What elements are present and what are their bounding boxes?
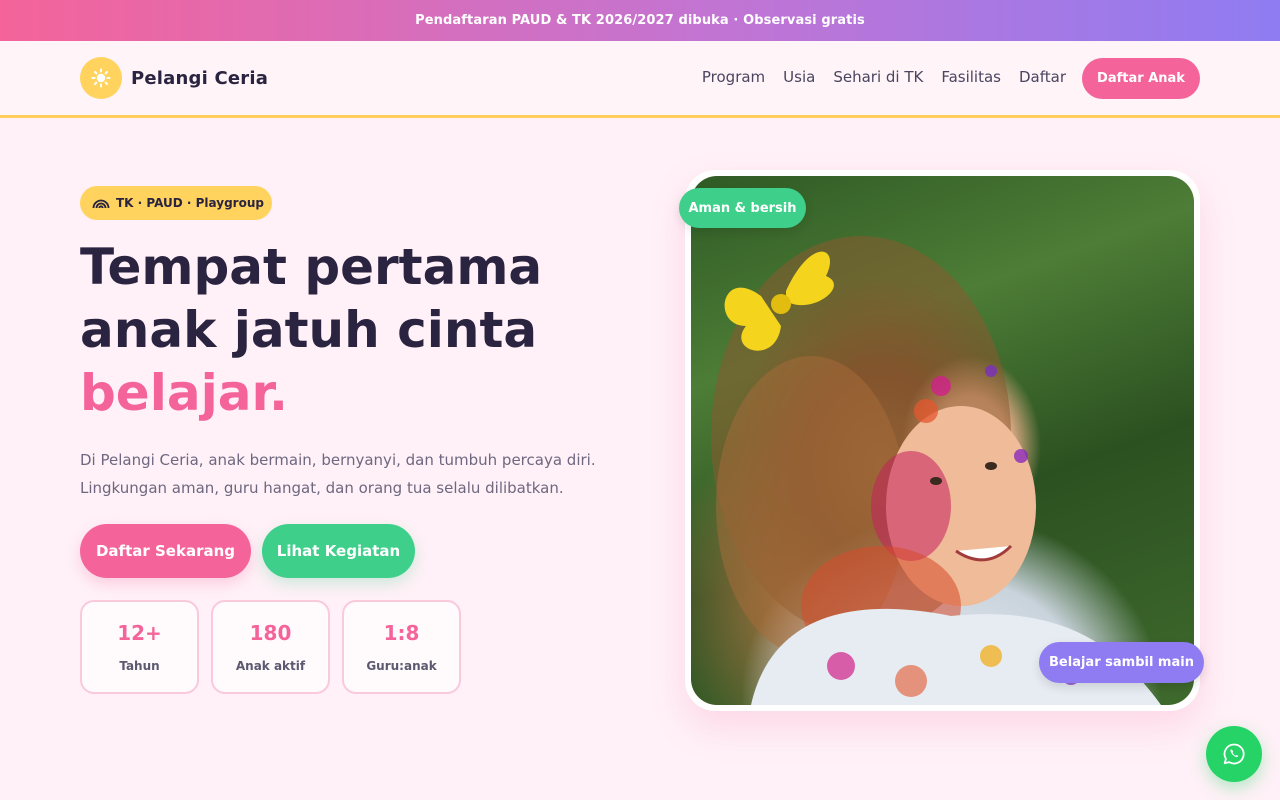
brand-name: Pelangi Ceria bbox=[131, 67, 269, 89]
nav-link-sehari[interactable]: Sehari di TK bbox=[833, 68, 923, 86]
view-activities-button[interactable]: Lihat Kegiatan bbox=[262, 524, 415, 578]
headline-line-1: Tempat pertama bbox=[80, 238, 543, 296]
program-tag-label: TK · PAUD · Playgroup bbox=[116, 196, 264, 210]
whatsapp-icon bbox=[1222, 742, 1246, 766]
nav-link-fasilitas[interactable]: Fasilitas bbox=[941, 68, 1001, 86]
register-now-button[interactable]: Daftar Sekarang bbox=[80, 524, 251, 578]
stat-card-years: 12+ Tahun bbox=[80, 600, 199, 694]
stat-card-ratio: 1:8 Guru:anak bbox=[342, 600, 461, 694]
stat-label: Tahun bbox=[119, 659, 160, 673]
stat-label: Anak aktif bbox=[235, 659, 306, 673]
learn-through-play-badge: Belajar sambil main bbox=[1039, 642, 1204, 683]
hero-headline: Tempat pertama anak jatuh cinta belajar. bbox=[80, 236, 640, 425]
headline-accent: belajar. bbox=[80, 364, 288, 422]
stat-value: 1:8 bbox=[383, 621, 420, 645]
hero-description: Di Pelangi Ceria, anak bermain, bernyany… bbox=[80, 446, 640, 502]
description-line-1: Di Pelangi Ceria, anak bermain, bernyany… bbox=[80, 451, 596, 469]
stat-value: 180 bbox=[249, 621, 292, 645]
main-nav: Program Usia Sehari di TK Fasilitas Daft… bbox=[684, 68, 1066, 86]
nav-link-usia[interactable]: Usia bbox=[783, 68, 815, 86]
hero-photo bbox=[691, 176, 1194, 705]
stat-value: 12+ bbox=[117, 621, 162, 645]
nav-link-program[interactable]: Program bbox=[702, 68, 765, 86]
whatsapp-button[interactable] bbox=[1206, 726, 1262, 782]
announcement-text: Pendaftaran PAUD & TK 2026/2027 dibuka ·… bbox=[415, 13, 865, 28]
stat-label: Guru:anak bbox=[366, 659, 437, 673]
stat-card-children: 180 Anak aktif bbox=[211, 600, 330, 694]
nav-link-daftar[interactable]: Daftar bbox=[1019, 68, 1066, 86]
rainbow-icon bbox=[92, 197, 110, 209]
stats-row: 12+ Tahun 180 Anak aktif 1:8 Guru:anak bbox=[80, 600, 473, 694]
brand[interactable]: Pelangi Ceria bbox=[80, 57, 268, 99]
program-tag: TK · PAUD · Playgroup bbox=[80, 186, 272, 220]
announcement-bar: Pendaftaran PAUD & TK 2026/2027 dibuka ·… bbox=[0, 0, 1280, 41]
hero-photo-frame bbox=[685, 170, 1200, 711]
safe-clean-badge: Aman & bersih bbox=[679, 188, 806, 228]
sun-icon bbox=[80, 57, 122, 99]
description-line-2: Lingkungan aman, guru hangat, dan orang … bbox=[80, 479, 564, 497]
register-child-button[interactable]: Daftar Anak bbox=[1082, 58, 1200, 99]
headline-line-2: anak jatuh cinta bbox=[80, 301, 538, 359]
site-header: Pelangi Ceria Program Usia Sehari di TK … bbox=[0, 41, 1280, 118]
